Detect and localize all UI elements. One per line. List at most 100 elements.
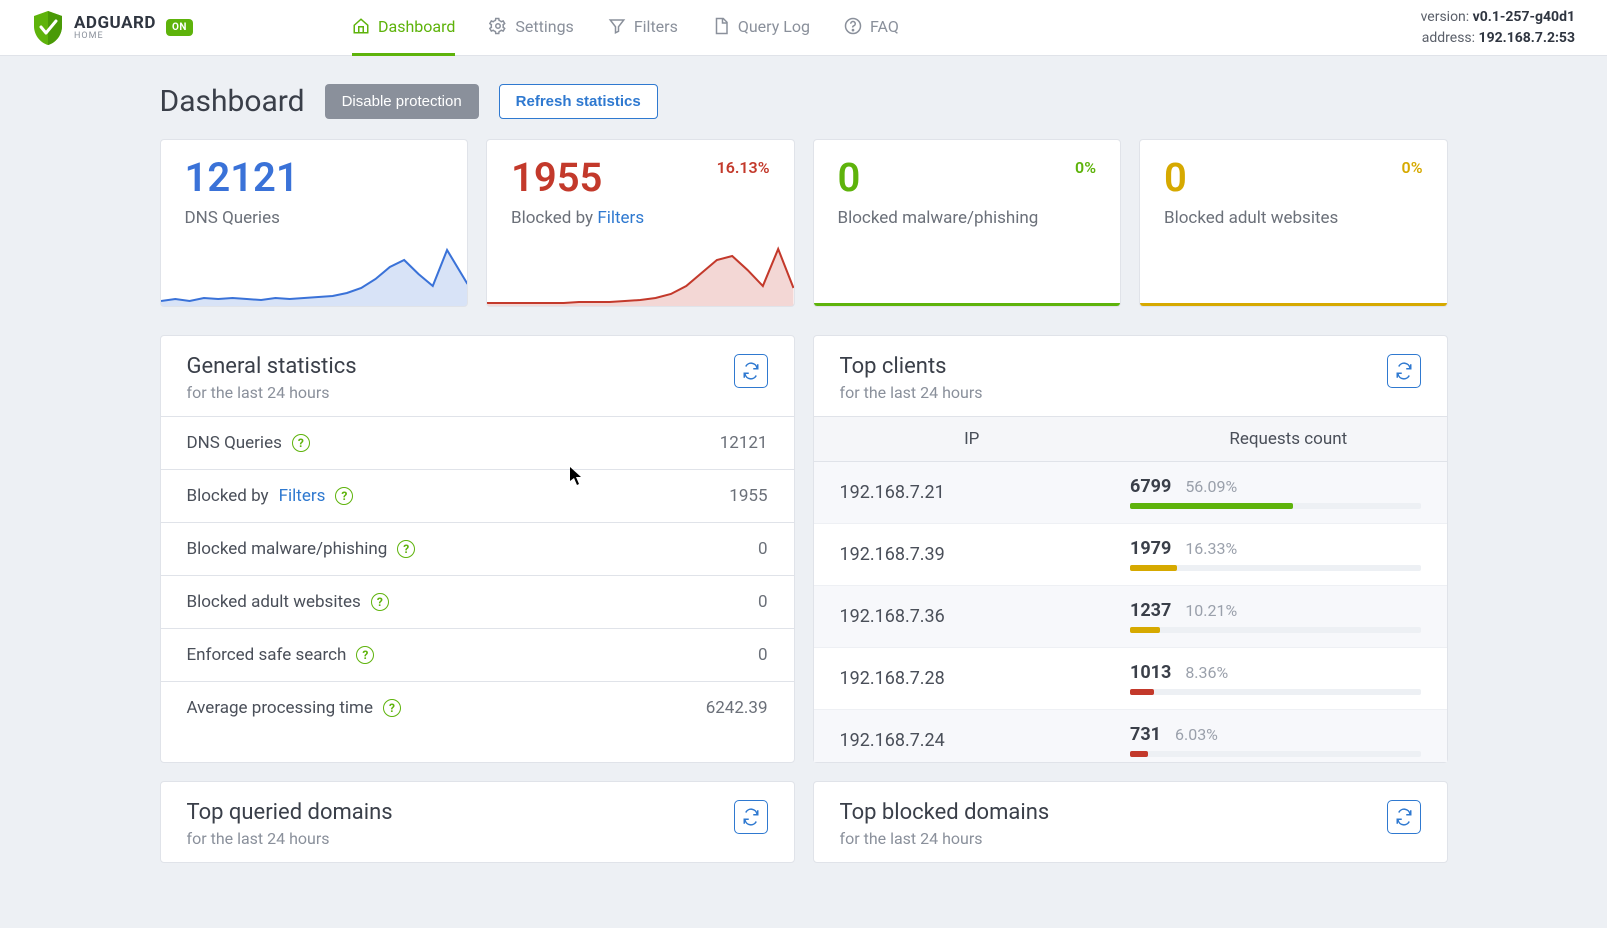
stat-row-value: 12121 [720,433,768,453]
client-ip: 192.168.7.39 [840,544,1131,565]
version-value: v0.1-257-g40d1 [1473,9,1575,25]
panel-title: Top clients [840,354,983,379]
stat-row: Blocked by Filters?1955 [161,469,794,522]
address-value: 192.168.7.2:53 [1479,30,1575,46]
address-label: address: [1422,30,1475,46]
panel-title: Top blocked domains [840,800,1050,825]
help-icon[interactable]: ? [356,646,374,664]
stat-pct: 0% [1402,158,1423,177]
gear-icon [489,17,507,35]
refresh-statistics-button[interactable]: Refresh statistics [499,84,658,119]
help-icon [844,17,862,35]
panel-subtitle: for the last 24 hours [840,829,1050,848]
nav-settings[interactable]: Settings [489,0,573,56]
stat-row-value: 0 [758,539,768,559]
stat-card-adult: 0% 0 Blocked adult websites [1139,139,1448,307]
stat-row-label: Blocked malware/phishing [187,539,388,559]
help-icon[interactable]: ? [292,434,310,452]
client-count: 731 [1130,724,1161,745]
client-bar [1130,751,1421,757]
top-clients-body[interactable]: 192.168.7.216799 56.09% 192.168.7.391979 16… [814,462,1447,762]
version-label: version: [1421,9,1470,25]
stat-card-malware: 0% 0 Blocked malware/phishing [813,139,1122,307]
nav-filters[interactable]: Filters [608,0,678,56]
client-bar [1130,565,1421,571]
stat-label: DNS Queries [185,208,280,228]
sparkline [487,246,794,306]
refresh-button[interactable] [734,354,768,388]
client-count: 1979 [1130,538,1171,559]
client-ip: 192.168.7.36 [840,606,1131,627]
top-clients-header: IP Requests count [814,416,1447,462]
nav-label: Settings [515,17,573,36]
client-pct: 56.09% [1185,477,1237,496]
stat-card-dns: 12121 DNS Queries [160,139,469,307]
nav-dashboard[interactable]: Dashboard [352,0,455,56]
navbar: ADGUARD HOME ON Dashboard Settings Filte… [0,0,1607,56]
client-row: 192.168.7.391979 16.33% [814,524,1447,586]
stat-row: Average processing time?6242.39 [161,681,794,734]
client-count: 1013 [1130,662,1171,683]
help-icon[interactable]: ? [397,540,415,558]
client-row: 192.168.7.24731 6.03% [814,710,1447,762]
stat-pct: 16.13% [717,158,770,177]
stat-row: Blocked malware/phishing? 0 [161,522,794,575]
stat-pct: 0% [1075,158,1096,177]
stat-label: Blocked malware/phishing [838,208,1039,228]
client-pct: 6.03% [1175,725,1218,744]
stat-row-label: DNS Queries [187,433,282,453]
help-icon[interactable]: ? [371,593,389,611]
top-queried-domains-panel: Top queried domains for the last 24 hour… [160,781,795,863]
client-bar [1130,503,1421,509]
panel-subtitle: for the last 24 hours [840,383,983,402]
nav-right: version: v0.1-257-g40d1 address: 192.168… [1421,7,1575,49]
status-badge[interactable]: ON [166,19,193,36]
page-header: Dashboard Disable protection Refresh sta… [160,84,1448,119]
col-requests: Requests count [1130,417,1447,461]
refresh-button[interactable] [734,800,768,834]
page-title: Dashboard [160,84,305,119]
client-pct: 16.33% [1185,539,1237,558]
client-bar [1130,627,1421,633]
top-clients-panel: Top clients for the last 24 hours IP Req… [813,335,1448,763]
funnel-icon [608,17,626,35]
client-row: 192.168.7.361237 10.21% [814,586,1447,648]
refresh-icon [742,362,760,380]
nav-faq[interactable]: FAQ [844,0,899,56]
panel-title: General statistics [187,354,357,379]
brand[interactable]: ADGUARD HOME ON [32,10,292,46]
brand-name: ADGUARD [74,15,156,32]
disable-protection-button[interactable]: Disable protection [325,84,479,119]
client-row: 192.168.7.2810138.36% [814,648,1447,710]
refresh-icon [1395,808,1413,826]
shield-icon [32,10,64,46]
stat-row-value: 0 [758,592,768,612]
help-icon[interactable]: ? [335,487,353,505]
stat-row-value: 0 [758,645,768,665]
help-icon[interactable]: ? [383,699,401,717]
stat-row: DNS Queries? 12121 [161,416,794,469]
filters-link[interactable]: Filters [279,486,326,506]
client-ip: 192.168.7.24 [840,730,1131,751]
client-count: 6799 [1130,476,1171,497]
nav-querylog[interactable]: Query Log [712,0,810,56]
nav-label: Filters [634,17,678,36]
stat-row: Blocked adult websites?0 [161,575,794,628]
client-pct: 10.21% [1185,601,1237,620]
col-ip: IP [814,417,1131,461]
stat-row-label: Enforced safe search [187,645,347,665]
doc-icon [712,17,730,35]
client-ip: 192.168.7.28 [840,668,1131,689]
stat-row: Enforced safe search? 0 [161,628,794,681]
filters-link[interactable]: Filters [597,208,644,228]
top-blocked-domains-panel: Top blocked domains for the last 24 hour… [813,781,1448,863]
refresh-button[interactable] [1387,354,1421,388]
client-count: 1237 [1130,600,1171,621]
brand-sub: HOME [74,32,156,41]
stat-row-label: Average processing time [187,698,373,718]
client-row: 192.168.7.216799 56.09% [814,462,1447,524]
stat-value: 0 [1164,158,1423,198]
refresh-button[interactable] [1387,800,1421,834]
stat-label-pre: Blocked by [511,208,597,228]
client-ip: 192.168.7.21 [840,482,1131,503]
